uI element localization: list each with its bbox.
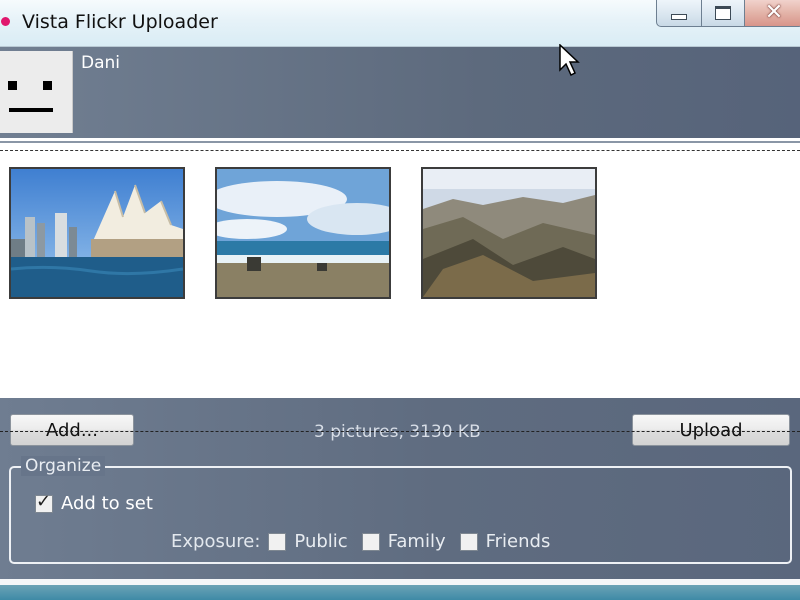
window-title: Vista Flickr Uploader (22, 11, 218, 33)
organize-legend: Organize (21, 456, 106, 476)
app-icon (1, 17, 10, 26)
close-icon: ✕ (764, 0, 784, 25)
exposure-option-public[interactable]: Public (268, 531, 348, 552)
avatar-left-eye (8, 81, 17, 90)
avatar-mouth (9, 108, 53, 112)
robot-face-icon (0, 51, 73, 133)
exposure-option-family[interactable]: Family (361, 531, 446, 552)
exposure-row: Exposure: Public Family Friends (171, 531, 564, 552)
mouse-pointer-icon (559, 43, 581, 82)
add-button[interactable]: Add... (10, 414, 134, 446)
header-divider-shadow (0, 141, 800, 143)
family-label: Family (387, 531, 446, 552)
minimize-button[interactable] (656, 0, 702, 27)
exposure-option-friends[interactable]: Friends (459, 531, 551, 552)
friends-checkbox[interactable] (459, 532, 478, 551)
upload-button[interactable]: Upload (632, 414, 790, 446)
public-checkbox[interactable] (268, 532, 287, 551)
exposure-label: Exposure: (171, 531, 261, 552)
add-to-set-row[interactable]: Add to set (35, 491, 153, 514)
maximize-button[interactable] (702, 0, 745, 27)
control-panel: Add... 3 pictures, 3130 KB Upload Organi… (0, 398, 800, 600)
focus-dotted-line (0, 431, 800, 432)
focus-dotted-line (0, 150, 800, 151)
family-checkbox[interactable] (361, 532, 380, 551)
photo-list[interactable] (0, 152, 800, 398)
friends-label: Friends (485, 531, 551, 552)
add-to-set-checkbox[interactable] (35, 491, 53, 513)
avatar-right-eye (43, 81, 52, 90)
close-button[interactable]: ✕ (745, 0, 800, 27)
canyon-thumbnail[interactable] (421, 167, 597, 299)
public-label: Public (294, 531, 348, 552)
user-name: Dani (81, 53, 121, 73)
maximize-icon (715, 6, 731, 20)
title-bar: Vista Flickr Uploader ✕ (0, 0, 800, 47)
beach-thumbnail[interactable] (215, 167, 391, 299)
taskbar-strip (0, 585, 800, 600)
caption-buttons: ✕ (656, 0, 800, 28)
add-to-set-label: Add to set (61, 493, 153, 514)
user-header: Dani (0, 47, 800, 138)
organize-group: Organize Add to set Exposure: Public Fam… (9, 456, 792, 564)
status-text: 3 pictures, 3130 KB (314, 422, 481, 442)
sydney-opera-house-thumbnail[interactable] (9, 167, 185, 299)
minimize-icon (671, 14, 687, 20)
